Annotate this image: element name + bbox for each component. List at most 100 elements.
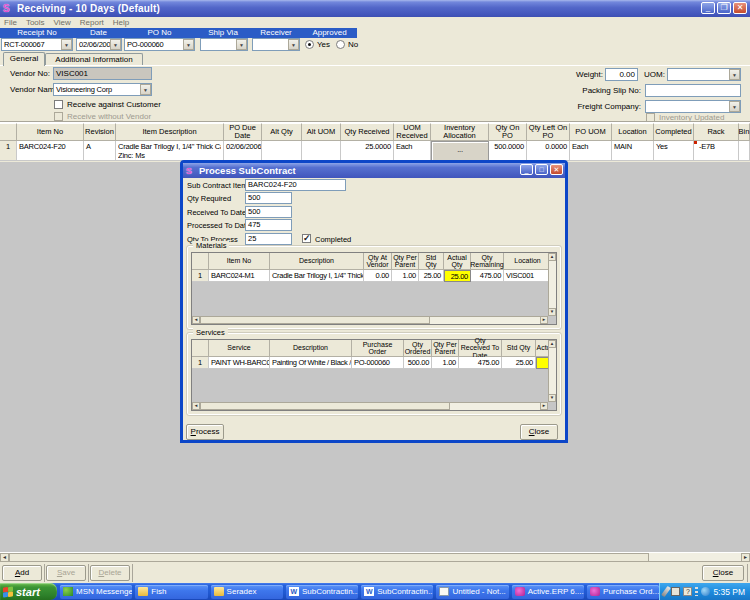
col-qty-on-po[interactable]: Qty On PO xyxy=(489,123,527,141)
chevron-down-icon[interactable]: ▼ xyxy=(236,39,247,50)
scroll-thumb[interactable] xyxy=(200,402,450,410)
taskbar-item-notepad[interactable]: Untitled - Not... xyxy=(436,585,508,599)
mcol-qty-at-vendor[interactable]: Qty At Vendor xyxy=(364,253,392,270)
scol-qty-ordered[interactable]: Qty Ordered xyxy=(404,340,432,357)
dialog-close-icon[interactable]: ✕ xyxy=(550,164,563,175)
mcol-qty-per-parent[interactable]: Qty Per Parent xyxy=(392,253,419,270)
receiver-combo[interactable]: ▼ xyxy=(252,38,300,51)
chevron-down-icon[interactable]: ▼ xyxy=(183,39,194,50)
dialog-maximize-icon[interactable]: □ xyxy=(535,164,548,175)
col-qty-received[interactable]: Qty Received xyxy=(341,123,394,141)
menu-tools[interactable]: Tools xyxy=(26,17,45,28)
col-alt-qty[interactable]: Alt Qty xyxy=(262,123,302,141)
taskbar-item-fish[interactable]: Fish xyxy=(135,585,207,599)
mcol-qty-remaining[interactable]: Qty Remaining xyxy=(471,253,504,270)
received-to-date-field[interactable]: 500 xyxy=(245,206,292,218)
taskbar-item-purchase-order[interactable]: Purchase Ord... xyxy=(587,585,659,599)
minimize-icon[interactable]: _ xyxy=(701,2,715,14)
mcell-actual-qty[interactable]: 25.00 xyxy=(444,270,471,282)
scroll-left-icon[interactable]: ◄ xyxy=(192,316,200,324)
scol-qty-received-to-date[interactable]: Qty Received To Date xyxy=(459,340,502,357)
inventory-allocation-button[interactable]: ... xyxy=(431,141,489,161)
tab-additional-information[interactable]: Additional Information xyxy=(45,53,143,65)
receive-against-customer-checkbox[interactable] xyxy=(54,100,63,109)
start-button[interactable]: start xyxy=(0,583,57,600)
qty-required-field[interactable]: 500 xyxy=(245,192,292,204)
col-bin[interactable]: Bin xyxy=(739,123,750,141)
restore-icon[interactable]: ❐ xyxy=(717,2,731,14)
col-rack[interactable]: Rack xyxy=(694,123,739,141)
scol-std-qty[interactable]: Std Qty xyxy=(502,340,536,357)
taskbar-clock[interactable]: 5:35 PM xyxy=(713,587,745,597)
scroll-left-icon[interactable]: ◄ xyxy=(192,402,200,410)
packing-slip-field[interactable] xyxy=(645,84,741,97)
tab-general[interactable]: General xyxy=(3,52,45,66)
scroll-right-icon[interactable]: ► xyxy=(540,402,548,410)
col-po-uom[interactable]: PO UOM xyxy=(570,123,612,141)
mcol-actual-qty[interactable]: Actual Qty xyxy=(444,253,471,270)
scroll-thumb[interactable] xyxy=(200,316,430,324)
scroll-up-icon[interactable]: ▲ xyxy=(548,253,556,261)
approved-yes-radio[interactable] xyxy=(305,39,314,49)
col-po-due-date[interactable]: PO Due Date xyxy=(224,123,262,141)
display-icon[interactable] xyxy=(671,587,680,596)
taskbar-item-subcontract-doc-1[interactable]: WSubContractin... xyxy=(286,585,358,599)
taskbar-item-active-erp[interactable]: Active.ERP 6.... xyxy=(512,585,584,599)
mcol-location[interactable]: Location xyxy=(504,253,552,270)
services-row[interactable]: 1 PAINT WH-BARC02 Painting Of White / Bl… xyxy=(192,357,556,369)
status-icon[interactable] xyxy=(695,587,698,596)
chevron-down-icon[interactable]: ▼ xyxy=(110,39,121,50)
messenger-status-icon[interactable] xyxy=(701,587,710,596)
freight-company-combo[interactable]: ▼ xyxy=(645,100,741,113)
add-button[interactable]: Add xyxy=(2,565,42,581)
scroll-down-icon[interactable]: ▼ xyxy=(548,308,556,316)
taskbar-item-seradex[interactable]: Seradex xyxy=(211,585,283,599)
col-completed[interactable]: Completed xyxy=(654,123,694,141)
chevron-down-icon[interactable]: ▼ xyxy=(61,39,72,50)
col-revision[interactable]: Revision xyxy=(84,123,116,141)
scol-description[interactable]: Description xyxy=(270,340,352,357)
col-alt-uom[interactable]: Alt UOM xyxy=(302,123,341,141)
col-location[interactable]: Location xyxy=(612,123,654,141)
mcol-item-no[interactable]: Item No xyxy=(209,253,270,270)
scol-qty-per-parent[interactable]: Qty Per Parent xyxy=(432,340,459,357)
weight-field[interactable]: 0.00 xyxy=(605,68,638,81)
col-item-description[interactable]: Item Description xyxy=(116,123,224,141)
materials-row[interactable]: 1 BARC024-M1 Cradle Bar Trilogy I, 1/4" … xyxy=(192,270,556,282)
col-qty-left-on-po[interactable]: Qty Left On PO xyxy=(527,123,570,141)
taskbar-item-subcontract-doc-2[interactable]: WSubContractin... xyxy=(361,585,433,599)
items-grid-row[interactable]: 1 BARC024-F20 A Cradle Bar Trilogy I, 1/… xyxy=(0,141,750,161)
services-hscrollbar[interactable]: ◄ ► xyxy=(192,402,548,410)
col-inventory-allocation[interactable]: Inventory Allocation xyxy=(431,123,489,141)
chevron-down-icon[interactable]: ▼ xyxy=(140,84,151,95)
materials-hscrollbar[interactable]: ◄ ► xyxy=(192,316,548,324)
taskbar-item-msn-messenger[interactable]: MSN Messenger xyxy=(60,585,132,599)
mcol-description[interactable]: Description xyxy=(270,253,364,270)
uom-combo[interactable]: ▼ xyxy=(667,68,741,81)
vendor-name-combo[interactable]: Visioneering Corp▼ xyxy=(53,83,152,96)
date-combo[interactable]: 02/06/2006▼ xyxy=(76,38,122,51)
help-icon[interactable]: ? xyxy=(683,587,692,596)
qty-to-process-field[interactable]: 25 xyxy=(245,233,292,245)
grid-hscrollbar[interactable]: ◄ ► xyxy=(0,552,750,561)
dialog-minimize-icon[interactable]: _ xyxy=(520,164,533,175)
sub-contract-item-field[interactable]: BARC024-F20 xyxy=(245,179,346,191)
dialog-close-button[interactable]: Close xyxy=(520,424,558,440)
processed-to-date-field[interactable]: 475 xyxy=(245,219,292,231)
menu-view[interactable]: View xyxy=(54,17,71,28)
menu-report[interactable]: Report xyxy=(80,17,104,28)
scol-purchase-order[interactable]: Purchase Order xyxy=(352,340,404,357)
scroll-up-icon[interactable]: ▲ xyxy=(548,340,556,348)
ship-via-combo[interactable]: ▼ xyxy=(200,38,248,51)
approved-no-radio[interactable] xyxy=(336,39,345,49)
materials-vscrollbar[interactable]: ▲ ▼ xyxy=(548,253,556,316)
chevron-down-icon[interactable]: ▼ xyxy=(288,39,299,50)
services-vscrollbar[interactable]: ▲ ▼ xyxy=(548,340,556,402)
scol-service[interactable]: Service xyxy=(209,340,270,357)
col-uom-received[interactable]: UOM Received xyxy=(394,123,431,141)
menu-file[interactable]: File xyxy=(4,17,17,28)
chevron-down-icon[interactable]: ▼ xyxy=(729,69,740,80)
scroll-right-icon[interactable]: ► xyxy=(540,316,548,324)
receipt-no-combo[interactable]: RCT-000067▼ xyxy=(1,38,73,51)
scroll-down-icon[interactable]: ▼ xyxy=(548,394,556,402)
